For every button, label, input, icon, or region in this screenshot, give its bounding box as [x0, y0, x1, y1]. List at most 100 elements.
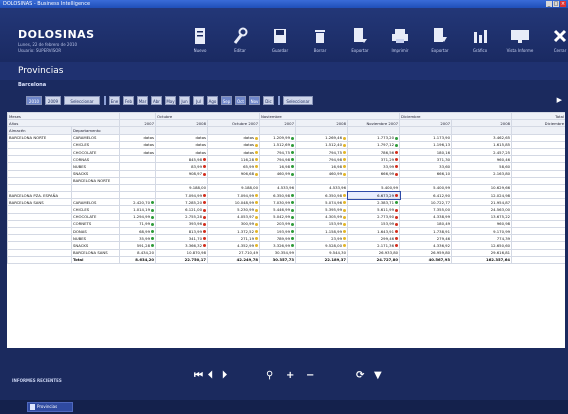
value-cell[interactable]: 845,98 — [155, 155, 208, 164]
value-cell[interactable]: 5.395,99 — [295, 205, 349, 214]
toolbar-button-monitor[interactable]: Vista Informe — [500, 26, 540, 53]
value-cell[interactable]: 960,46 — [451, 155, 513, 164]
value-cell[interactable]: 6.350,98 — [259, 191, 297, 200]
value-cell[interactable] — [119, 169, 156, 178]
value-cell[interactable]: 65,99 — [206, 162, 261, 171]
toolbar-button-save[interactable]: Guardar — [260, 26, 300, 53]
value-cell[interactable]: datos — [119, 133, 156, 142]
value-cell[interactable]: 5.230,99 — [206, 205, 261, 214]
value-cell[interactable]: 7.285,20 — [155, 198, 208, 207]
toolbar-button-new[interactable]: Nuevo — [180, 26, 220, 53]
value-cell[interactable]: 3.326,99 — [259, 241, 297, 250]
value-cell[interactable]: 789,99 — [259, 234, 297, 243]
value-cell[interactable]: 21.954,87 — [451, 198, 513, 207]
value-cell[interactable] — [295, 176, 349, 185]
value-cell[interactable]: 371,29 — [347, 155, 401, 164]
first-page-icon[interactable]: ⏮ — [194, 370, 203, 381]
collapse-minus-icon[interactable]: − — [306, 370, 314, 381]
refresh-icon[interactable]: ⟳ — [356, 370, 364, 381]
value-cell[interactable]: 26.933,80 — [347, 248, 401, 257]
value-cell[interactable]: 33,60 — [399, 162, 453, 171]
value-cell[interactable]: 1.173,90 — [399, 133, 453, 142]
value-cell[interactable]: 7.094,99 — [155, 191, 208, 200]
value-cell[interactable]: 4.338,99 — [399, 212, 453, 221]
next-page-icon[interactable]: ⏵ — [222, 370, 227, 381]
value-cell[interactable]: 4.352,99 — [206, 241, 261, 250]
value-cell[interactable]: 2.420,70 — [119, 198, 156, 207]
value-cell[interactable]: 83,99 — [155, 162, 208, 171]
value-cell[interactable]: datos — [155, 133, 208, 142]
value-cell[interactable]: 2.755,28 — [155, 212, 208, 221]
value-cell[interactable]: 68,99 — [119, 226, 156, 236]
value-cell[interactable]: 4.336,92 — [399, 241, 453, 250]
value-cell[interactable]: 4.533,96 — [295, 183, 349, 193]
value-cell[interactable]: 3.462,65 — [451, 133, 513, 142]
toolbar-button-export[interactable]: Exportar — [340, 26, 380, 53]
value-cell[interactable]: 1.014,19 — [119, 205, 156, 214]
value-cell[interactable]: 22.189,37 — [295, 255, 349, 264]
toolbar-button-close[interactable]: Cerrar — [540, 26, 568, 53]
window-close-button[interactable]: × — [560, 1, 566, 7]
toolbar-button-wrench[interactable]: Editar — [220, 26, 260, 53]
value-cell[interactable]: 58,60 — [451, 162, 513, 171]
value-cell[interactable]: 271,19 — [206, 234, 261, 243]
value-cell[interactable] — [399, 176, 453, 185]
value-cell[interactable]: datos — [206, 133, 261, 142]
value-cell[interactable]: 5.400,99 — [347, 183, 401, 193]
value-cell[interactable]: 460,99 — [295, 169, 349, 178]
value-cell[interactable]: 1.512,69 — [259, 140, 297, 149]
value-cell[interactable]: datos — [206, 147, 261, 157]
value-cell[interactable] — [155, 176, 208, 185]
value-cell[interactable]: 1.512,40 — [295, 140, 349, 149]
value-cell[interactable]: 10.048,99 — [206, 198, 261, 207]
value-cell[interactable]: 8.434,20 — [119, 248, 156, 257]
filter-icon[interactable]: ▼ — [374, 370, 382, 381]
value-cell[interactable]: 1.643,91 — [347, 226, 401, 236]
value-cell[interactable]: 2.171,36 — [347, 241, 401, 250]
nav-button-10[interactable]: Ago — [207, 96, 218, 105]
value-cell[interactable]: 180,16 — [399, 147, 453, 157]
value-cell[interactable] — [259, 176, 297, 185]
value-cell[interactable]: 6.121,00 — [155, 205, 208, 214]
value-cell[interactable]: 9.528,00 — [295, 241, 349, 250]
value-cell[interactable]: 794,75 — [259, 147, 297, 157]
maximize-button[interactable]: □ — [553, 1, 559, 7]
value-cell[interactable]: 22.750,17 — [155, 255, 208, 264]
value-cell[interactable]: 16,98 — [259, 162, 297, 171]
value-cell[interactable]: 12.650,60 — [451, 241, 513, 250]
prev-page-icon[interactable]: ⏴ — [208, 370, 213, 381]
value-cell[interactable]: 162.357,64 — [451, 255, 513, 264]
toolbar-button-export2[interactable]: Exportar — [420, 26, 460, 53]
value-cell[interactable]: 5.042,99 — [259, 212, 297, 221]
value-cell[interactable] — [119, 176, 156, 185]
value-cell[interactable]: 774,39 — [451, 234, 513, 243]
value-cell[interactable]: 9.170,99 — [451, 226, 513, 236]
value-cell[interactable]: datos — [119, 147, 156, 157]
value-cell[interactable]: 9.188,00 — [155, 183, 208, 193]
nav-button-5[interactable]: Mar — [137, 96, 148, 105]
value-cell[interactable]: 1.294,99 — [119, 212, 156, 221]
value-cell[interactable]: 2.383,71 — [347, 198, 401, 207]
value-cell[interactable]: 2.163,80 — [451, 169, 513, 178]
value-cell[interactable]: 10.629,66 — [451, 183, 513, 193]
value-cell[interactable]: 1.158,99 — [295, 226, 349, 236]
value-cell[interactable]: 960,98 — [451, 219, 513, 229]
value-cell[interactable]: 666,10 — [399, 169, 453, 178]
value-cell[interactable]: 3.366,32 — [155, 241, 208, 250]
value-cell[interactable]: 1.797,12 — [347, 140, 401, 149]
value-cell[interactable]: 591,28 — [119, 241, 156, 250]
value-cell[interactable]: 203,99 — [259, 219, 297, 229]
nav-button-0[interactable]: 2010 — [26, 96, 42, 105]
value-cell[interactable]: 908,97 — [155, 169, 208, 178]
value-cell[interactable]: datos — [155, 140, 208, 149]
value-cell[interactable]: 299,46 — [347, 234, 401, 243]
nav-next-arrow-icon[interactable]: ▶ — [557, 96, 562, 104]
taskbar-provincias-button[interactable]: Provincias — [27, 402, 73, 412]
value-cell[interactable] — [119, 183, 156, 193]
nav-button-12[interactable]: Oct — [235, 96, 246, 105]
value-cell[interactable]: 10.870,98 — [155, 248, 208, 257]
value-cell[interactable]: 153,99 — [295, 219, 349, 229]
value-cell[interactable]: 1.615,85 — [451, 140, 513, 149]
value-cell[interactable]: 16,98 — [295, 162, 349, 171]
value-cell[interactable]: 794,98 — [295, 155, 349, 164]
